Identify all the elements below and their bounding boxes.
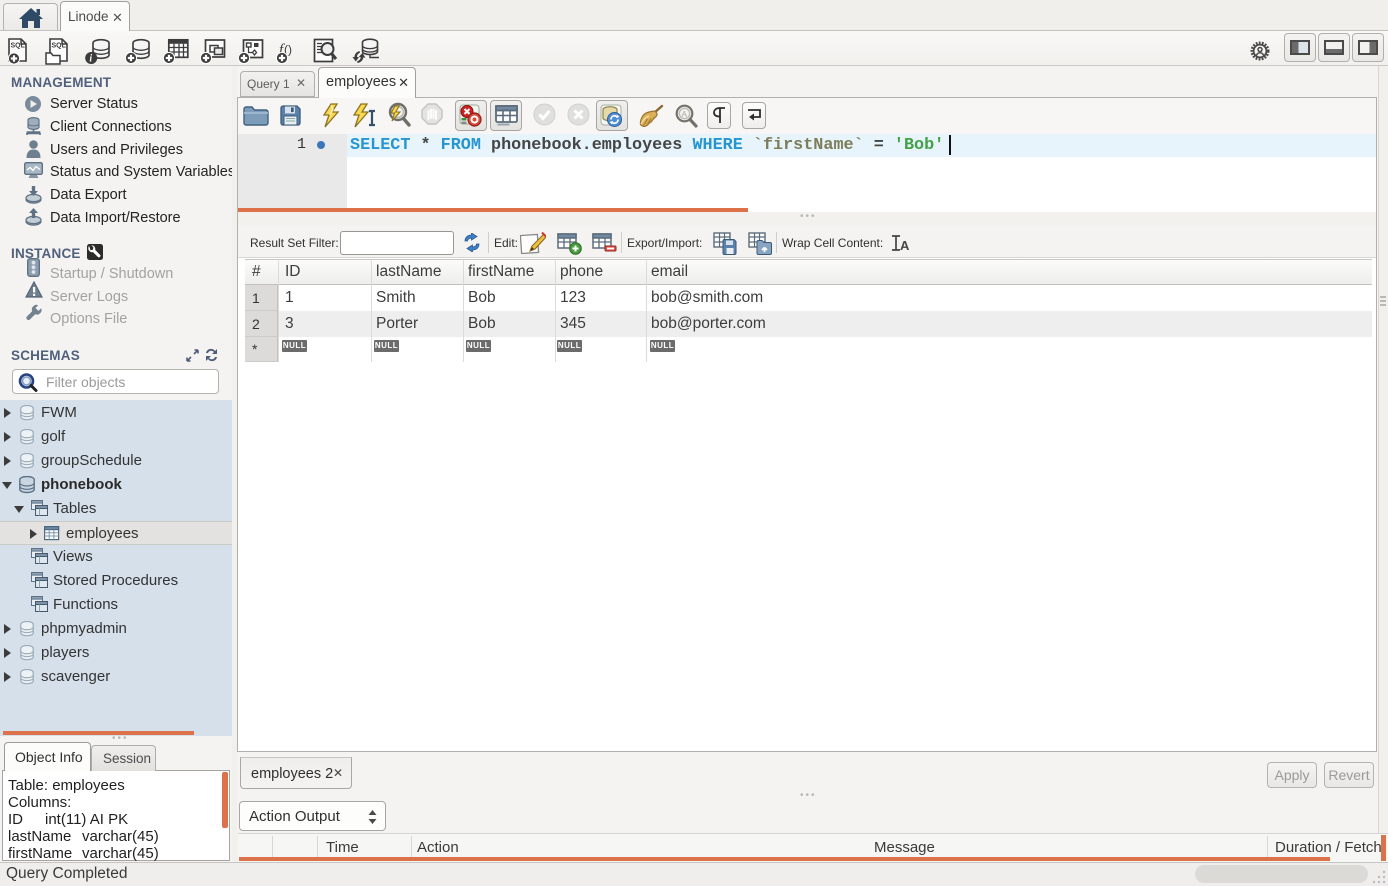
svg-text:i: i: [89, 53, 92, 64]
svg-text:A: A: [682, 110, 688, 119]
svg-text:A: A: [900, 238, 909, 252]
